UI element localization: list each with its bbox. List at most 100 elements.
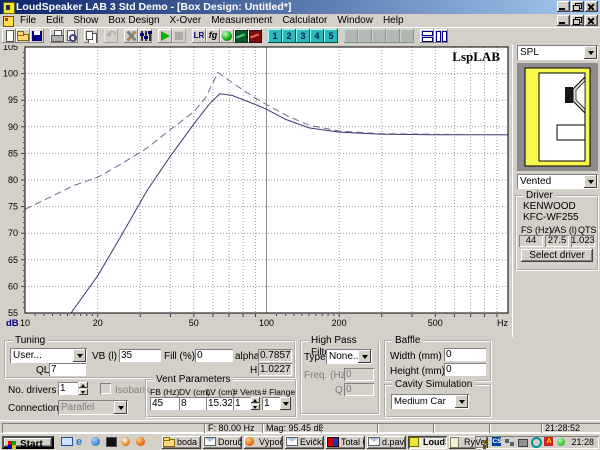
tile-horizontal-icon[interactable]: [420, 29, 434, 43]
x-axis-label: 20: [93, 318, 103, 328]
tools-icon[interactable]: [124, 29, 138, 43]
task-button-evi-ka[interactable]: Evička: [285, 436, 324, 449]
hpf-type-selector[interactable]: None...: [326, 349, 372, 364]
save-icon[interactable]: [30, 29, 44, 43]
sphere-icon[interactable]: [220, 29, 234, 43]
quicktime-icon[interactable]: [531, 437, 543, 448]
vb-input[interactable]: [119, 349, 161, 362]
menu-item-help[interactable]: Help: [378, 14, 409, 27]
open-icon[interactable]: [16, 29, 30, 43]
box-type-selector[interactable]: Vented: [517, 174, 598, 189]
print-spool-icon[interactable]: [518, 439, 529, 447]
quick-launch-msn-icon[interactable]: [90, 436, 105, 449]
vent--vents-input[interactable]: [233, 397, 251, 410]
menu-item-box-design[interactable]: Box Design: [103, 14, 164, 27]
chart-green-icon[interactable]: [234, 29, 248, 43]
minimize-button[interactable]: [557, 1, 570, 12]
chevron-down-icon[interactable]: [358, 350, 371, 363]
menu-item-edit[interactable]: Edit: [41, 14, 68, 27]
start-button[interactable]: Start: [2, 436, 54, 450]
spin-up-icon[interactable]: [79, 382, 88, 388]
view-2-icon[interactable]: 2: [282, 29, 296, 43]
view-3-icon[interactable]: 3: [296, 29, 310, 43]
tuning-preset-selector[interactable]: User...: [10, 348, 87, 363]
fill-input[interactable]: [195, 349, 233, 362]
quick-launch-console-icon[interactable]: [105, 436, 120, 449]
task-button-louds-[interactable]: LoudS...: [408, 436, 447, 449]
frequency-response-chart[interactable]: 55 60 65 70 75 80 85 90 95 100 105 10 20 50 100 200 500 d…: [0, 45, 512, 337]
menu-item-x-over[interactable]: X-Over: [165, 14, 207, 27]
task-button-d-pavlu[interactable]: d.pavlu: [367, 436, 406, 449]
ie-icon: e: [76, 436, 83, 448]
new-icon[interactable]: [2, 29, 16, 43]
y-axis-label: 105: [3, 45, 18, 52]
view-selector[interactable]: SPL: [517, 45, 598, 60]
baffle-width-input[interactable]: [444, 348, 486, 361]
chart-red-icon[interactable]: [248, 29, 262, 43]
cs-layout-icon[interactable]: CS: [492, 437, 502, 446]
menu-item-calculator[interactable]: Calculator: [277, 14, 332, 27]
lr-toggle-icon[interactable]: LR: [192, 29, 206, 43]
vent-flange-dropdown[interactable]: [280, 397, 291, 410]
vent--flange-input[interactable]: [262, 397, 280, 410]
view-1-icon[interactable]: 1: [268, 29, 282, 43]
tile-vertical-icon[interactable]: [434, 29, 448, 43]
task-button-v-po-e-[interactable]: Výpoče...: [244, 436, 283, 449]
quick-launch-media-player-icon[interactable]: [120, 436, 135, 449]
no-drivers-spinner[interactable]: [79, 382, 88, 395]
y-axis-label: 60: [8, 281, 18, 291]
vent-count-spinner[interactable]: [251, 397, 260, 410]
title-bar: LoudSpeaker LAB 3 Std Demo - [Box Design…: [0, 0, 600, 14]
task-button-total-c-[interactable]: Total C...: [326, 436, 365, 449]
hpf-freq-label: Freq. (Hz): [304, 370, 349, 381]
vent-dv-cm--input[interactable]: [179, 397, 207, 410]
mixer-icon[interactable]: [138, 29, 152, 43]
spin-down-icon[interactable]: [79, 389, 88, 395]
no-drivers-input[interactable]: [58, 382, 78, 395]
vent-fb-hz--input[interactable]: [150, 397, 180, 410]
child-close-button[interactable]: [585, 15, 598, 26]
system-tray: CS A 21:28: [475, 436, 599, 449]
menu-item-show[interactable]: Show: [68, 14, 103, 27]
task-button-doru-e-[interactable]: Doruče...: [203, 436, 242, 449]
status-empty-1: [321, 423, 379, 433]
restore-button[interactable]: [571, 1, 584, 12]
copy-icon[interactable]: [84, 29, 98, 43]
chevron-down-icon[interactable]: [584, 175, 597, 188]
ql-input[interactable]: [49, 363, 86, 376]
chevron-down-icon[interactable]: [455, 395, 468, 408]
view-5-icon[interactable]: 5: [324, 29, 338, 43]
alpha-value: 0.7857: [258, 349, 292, 362]
menu-item-window[interactable]: Window: [332, 14, 378, 27]
antivirus-icon[interactable]: A: [544, 437, 554, 446]
task-button-label: boda: [177, 437, 198, 447]
print-icon[interactable]: [50, 29, 64, 43]
menu-item-file[interactable]: File: [15, 14, 41, 27]
console-icon: [106, 437, 117, 447]
isobarik-checkbox[interactable]: [100, 383, 111, 394]
view-4-icon[interactable]: 4: [310, 29, 324, 43]
chevron-down-icon[interactable]: [73, 349, 86, 362]
menu-item-measurement[interactable]: Measurement: [206, 14, 277, 27]
print-preview-icon[interactable]: [64, 29, 78, 43]
blank-slot-icon: [386, 29, 400, 43]
document-icon[interactable]: [3, 16, 14, 27]
quick-launch-ie-icon[interactable]: e: [75, 436, 90, 449]
status-green-icon[interactable]: [557, 438, 566, 446]
volume-icon[interactable]: [482, 439, 489, 449]
baffle-height-input[interactable]: [444, 363, 486, 376]
fg-toggle-icon[interactable]: fg: [206, 29, 220, 43]
network-icon[interactable]: [505, 439, 510, 443]
task-button-boda[interactable]: boda: [162, 436, 201, 449]
child-minimize-button[interactable]: [557, 15, 570, 26]
quick-launch-firefox-icon[interactable]: [135, 436, 150, 449]
close-button[interactable]: [585, 1, 598, 12]
cavity-simulation-selector[interactable]: Medium Car: [391, 394, 469, 409]
select-driver-button[interactable]: Select driver: [521, 249, 593, 262]
child-restore-button[interactable]: [571, 15, 584, 26]
chevron-down-icon[interactable]: [584, 46, 597, 59]
blank-slot-icon: [358, 29, 372, 43]
vent-lv-cm--input[interactable]: [206, 397, 234, 410]
quick-launch-outlook-icon[interactable]: [60, 436, 75, 449]
play-icon[interactable]: [158, 29, 172, 43]
